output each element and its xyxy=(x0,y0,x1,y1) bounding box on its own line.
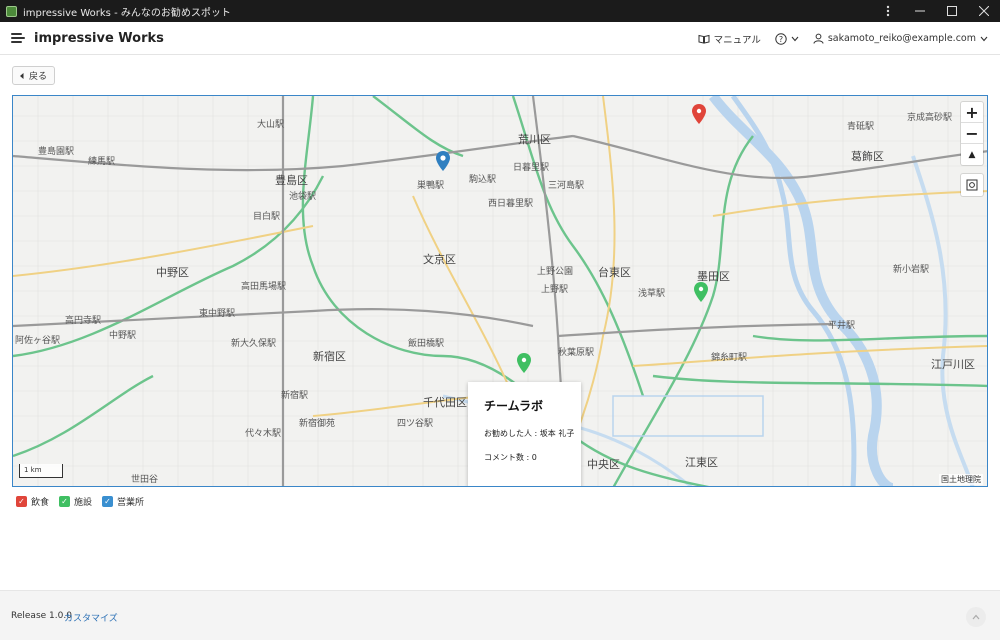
manual-link[interactable]: マニュアル xyxy=(698,32,761,46)
legend-item-office[interactable]: ✓ 営業所 xyxy=(102,495,144,508)
menu-icon[interactable] xyxy=(11,33,25,43)
map-label: 荒川区 xyxy=(518,133,551,146)
user-icon xyxy=(813,33,824,44)
zoom-controls: + − ▲ xyxy=(961,102,983,165)
window-title: impressive Works - みんなのお勧めスポット xyxy=(23,7,231,19)
map-label: 阿佐ヶ谷駅 xyxy=(15,336,61,346)
map-label: 上野公園 xyxy=(537,267,574,277)
window-menu-icon[interactable] xyxy=(872,0,904,22)
map-label: 京成高砂駅 xyxy=(907,113,953,123)
map-label: 駒込駅 xyxy=(469,175,497,185)
map-label: 西日暮里駅 xyxy=(488,199,534,209)
map-label: 新小岩駅 xyxy=(893,265,930,275)
map-label: 東中野駅 xyxy=(199,309,236,319)
map-label: 豊島区 xyxy=(275,174,308,187)
back-button[interactable]: 戻る xyxy=(12,66,55,85)
help-icon: ? xyxy=(775,32,787,45)
compass-button[interactable]: ▲ xyxy=(961,144,983,165)
chevron-down-icon xyxy=(980,36,988,41)
map-label: 浅草駅 xyxy=(638,289,666,299)
manual-label: マニュアル xyxy=(713,34,761,46)
map-label: 錦糸町駅 xyxy=(711,353,748,363)
legend-label: 飲食 xyxy=(31,498,50,508)
page-footer: Release 1.0.0 カスタマイズ xyxy=(0,590,1000,640)
scroll-top-button[interactable] xyxy=(966,607,986,627)
popup-recommender: お勧めした人 : 坂本 礼子 xyxy=(484,429,575,438)
chevron-left-icon xyxy=(19,72,24,79)
map-label: 中央区 xyxy=(587,458,620,471)
map-attribution[interactable]: 国土地理院 xyxy=(939,474,983,485)
map-label: 新宿区 xyxy=(313,350,346,363)
map-label: 目白駅 xyxy=(253,212,281,222)
minimize-icon[interactable] xyxy=(904,0,936,22)
map-label: 江戸川区 xyxy=(931,358,975,371)
chevron-down-icon xyxy=(791,36,799,41)
close-icon[interactable] xyxy=(968,0,1000,22)
release-version: Release 1.0.0 xyxy=(11,611,72,621)
map-label: 練馬駅 xyxy=(88,157,116,167)
popup-comment-count: コメント数 : 0 xyxy=(484,453,537,462)
map-label: 平井駅 xyxy=(828,321,856,331)
checkbox-checked-icon[interactable]: ✓ xyxy=(16,496,27,507)
map-label: 千代田区 xyxy=(423,396,467,409)
legend-label: 施設 xyxy=(74,498,93,508)
map-label: 巣鴨駅 xyxy=(417,181,445,191)
map-label: 高円寺駅 xyxy=(65,316,102,326)
map-label: 文京区 xyxy=(423,253,456,266)
chevron-up-icon xyxy=(972,614,980,620)
checkbox-checked-icon[interactable]: ✓ xyxy=(102,496,114,507)
window-titlebar: impressive Works - みんなのお勧めスポット xyxy=(0,0,1000,22)
map-label: 台東区 xyxy=(598,266,631,279)
brand-title: impressive Works xyxy=(34,30,164,46)
restaurant-pin-icon[interactable] xyxy=(692,104,706,124)
facility-pin-icon[interactable] xyxy=(517,353,531,373)
back-label: 戻る xyxy=(28,72,47,82)
zoom-out-button[interactable]: − xyxy=(961,123,983,144)
map-label: 新宿御苑 xyxy=(299,419,336,429)
map-label: 四ツ谷駅 xyxy=(397,419,434,429)
spot-popup[interactable]: チームラボ お勧めした人 : 坂本 礼子 コメント数 : 0 xyxy=(468,382,581,486)
help-menu[interactable]: ? xyxy=(775,32,799,45)
map-label: 青砥駅 xyxy=(847,122,875,132)
facility-pin-icon[interactable] xyxy=(694,282,708,302)
legend-label: 営業所 xyxy=(117,498,145,508)
map-label: 代々木駅 xyxy=(245,429,282,439)
map-label: 新宿駅 xyxy=(281,391,309,401)
map-label: 中野駅 xyxy=(109,331,137,341)
map-label: 新大久保駅 xyxy=(231,339,277,349)
locate-icon xyxy=(966,179,978,191)
legend-item-restaurant[interactable]: ✓ 飲食 xyxy=(16,495,49,508)
map-label: 大山駅 xyxy=(257,120,285,130)
locate-button[interactable] xyxy=(961,174,983,196)
book-icon xyxy=(698,34,710,44)
map-label: 中野区 xyxy=(156,266,189,279)
map-label: 飯田橋駅 xyxy=(408,339,445,349)
map-scale: 1 km xyxy=(19,464,63,478)
map-label: 三河島駅 xyxy=(548,181,585,191)
map-label: 上野駅 xyxy=(541,285,569,295)
user-email: sakamoto_reiko@example.com xyxy=(827,33,976,44)
office-pin-icon[interactable] xyxy=(436,151,450,171)
map-label: 葛飾区 xyxy=(851,150,884,163)
customize-link[interactable]: カスタマイズ xyxy=(64,611,118,624)
popup-title[interactable]: チームラボ xyxy=(484,397,565,414)
app-icon xyxy=(6,5,17,17)
map-label: 高田馬場駅 xyxy=(241,282,287,292)
map-label: 江東区 xyxy=(685,456,718,469)
map-view[interactable]: 豊島区 荒川区 葛飾区 文京区 台東区 中野区 新宿区 墨田区 千代田区 江東区… xyxy=(12,95,988,487)
map-label: 日暮里駅 xyxy=(513,163,550,173)
user-menu[interactable]: sakamoto_reiko@example.com xyxy=(813,33,988,44)
map-label: 池袋駅 xyxy=(289,192,317,202)
zoom-in-button[interactable]: + xyxy=(961,102,983,123)
map-label: 世田谷 xyxy=(131,475,159,485)
map-label: 秋葉原駅 xyxy=(558,348,595,358)
svg-text:?: ? xyxy=(779,34,783,43)
legend-item-facility[interactable]: ✓ 施設 xyxy=(59,495,92,508)
checkbox-checked-icon[interactable]: ✓ xyxy=(59,496,71,507)
app-header: impressive Works マニュアル ? sakamoto_reiko@… xyxy=(0,22,1000,55)
category-legend: ✓ 飲食 ✓ 施設 ✓ 営業所 xyxy=(16,495,144,508)
maximize-icon[interactable] xyxy=(936,0,968,22)
map-label: 豊島園駅 xyxy=(38,147,75,157)
